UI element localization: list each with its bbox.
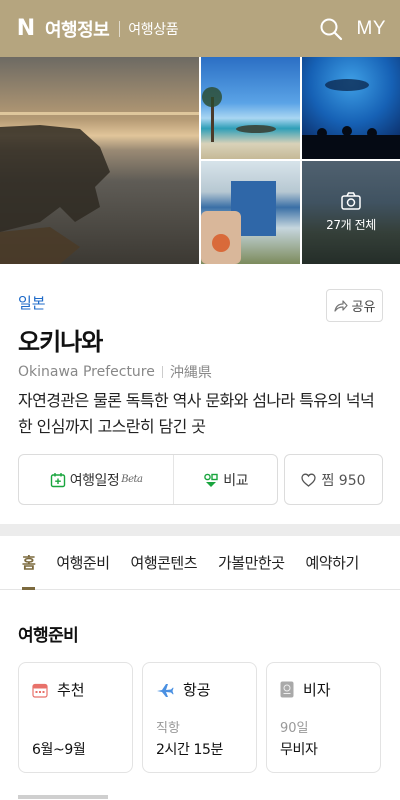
header-divider [119, 20, 121, 37]
share-label: 공유 [351, 300, 376, 315]
camera-icon [341, 192, 361, 210]
photo-more[interactable]: 27개 전체 [302, 161, 400, 264]
prep-card-visa[interactable]: 비자 90일 무비자 [266, 662, 381, 773]
view-all-photos-label: 27개 전체 [326, 218, 376, 232]
place-name-local: 沖縄県 [169, 365, 212, 381]
next-section-peek [18, 792, 128, 800]
share-button[interactable]: 공유 [326, 289, 383, 322]
tab-bar: 홈 여행준비 여행콘텐츠 가볼만한곳 예약하기 [0, 536, 400, 590]
beta-badge: Beta [121, 474, 143, 485]
compare-button[interactable]: 비교 [174, 455, 277, 504]
search-icon[interactable] [319, 17, 343, 41]
itinerary-button[interactable]: 여행일정 Beta [19, 455, 175, 504]
pick-count-label: 찜 950 [321, 472, 366, 489]
tab-home[interactable]: 홈 [22, 536, 36, 590]
view-all-overlay[interactable]: 27개 전체 [302, 161, 400, 264]
place-name: 오키나와 [18, 328, 103, 356]
compare-label: 비교 [223, 472, 248, 489]
page-title[interactable]: 여행정보 [45, 16, 110, 42]
prep-card-flight[interactable]: 항공 직항 2시간 15분 [142, 662, 257, 773]
country-link[interactable]: 일본 [18, 292, 46, 313]
main-photo-sunset-cliff[interactable] [0, 57, 199, 264]
prep-card-label: 항공 [183, 681, 211, 699]
tab-travel-prep[interactable]: 여행준비 [56, 536, 110, 590]
prep-card-recommend[interactable]: 추천 6월~9월 [18, 662, 133, 773]
prep-card-label: 비자 [303, 681, 331, 699]
cliff-silhouette [0, 112, 199, 264]
photo-gallery: 27개 전체 [0, 57, 400, 264]
tab-places-to-visit[interactable]: 가볼만한곳 [218, 536, 285, 590]
prep-section-title: 여행준비 [18, 626, 79, 646]
tab-booking[interactable]: 예약하기 [306, 536, 360, 590]
passport-icon [280, 681, 294, 698]
top-header: N 여행정보 여행상품 MY [0, 0, 400, 57]
calendar-plus-icon [50, 472, 65, 487]
section-divider [0, 524, 400, 536]
prep-card-sub: 직항 [156, 721, 180, 736]
itinerary-label: 여행일정 [69, 472, 120, 489]
place-alt-names: Okinawa Prefecture 沖縄県 [18, 362, 212, 382]
place-name-en: Okinawa Prefecture [18, 364, 155, 380]
photo-vintage-van[interactable] [201, 161, 300, 264]
travel-products-link[interactable]: 여행상품 [128, 19, 178, 39]
prep-card-value: 2시간 15분 [156, 742, 224, 758]
action-group: 여행일정 Beta 비교 [18, 454, 278, 505]
prep-card-value: 무비자 [280, 742, 318, 758]
photo-beach[interactable] [201, 57, 300, 159]
my-button[interactable]: MY [357, 18, 387, 40]
prep-card-value: 6월~9월 [32, 742, 86, 758]
heart-icon [301, 473, 317, 487]
airplane-icon [157, 683, 174, 697]
place-description: 자연경관은 물론 독특한 역사 문화와 섬나라 특유의 넉넉한 인심까지 고스란… [18, 391, 375, 436]
prep-card-label: 추천 [57, 681, 85, 699]
naver-logo[interactable]: N [16, 17, 36, 39]
compare-icon [204, 473, 218, 487]
tab-travel-content[interactable]: 여행콘텐츠 [131, 536, 198, 590]
pick-favorite-button[interactable]: 찜 950 [284, 454, 383, 505]
calendar-icon [32, 683, 48, 698]
photo-aquarium[interactable] [302, 57, 400, 159]
share-arrow-icon [333, 299, 348, 312]
prep-card-sub: 90일 [280, 721, 309, 736]
